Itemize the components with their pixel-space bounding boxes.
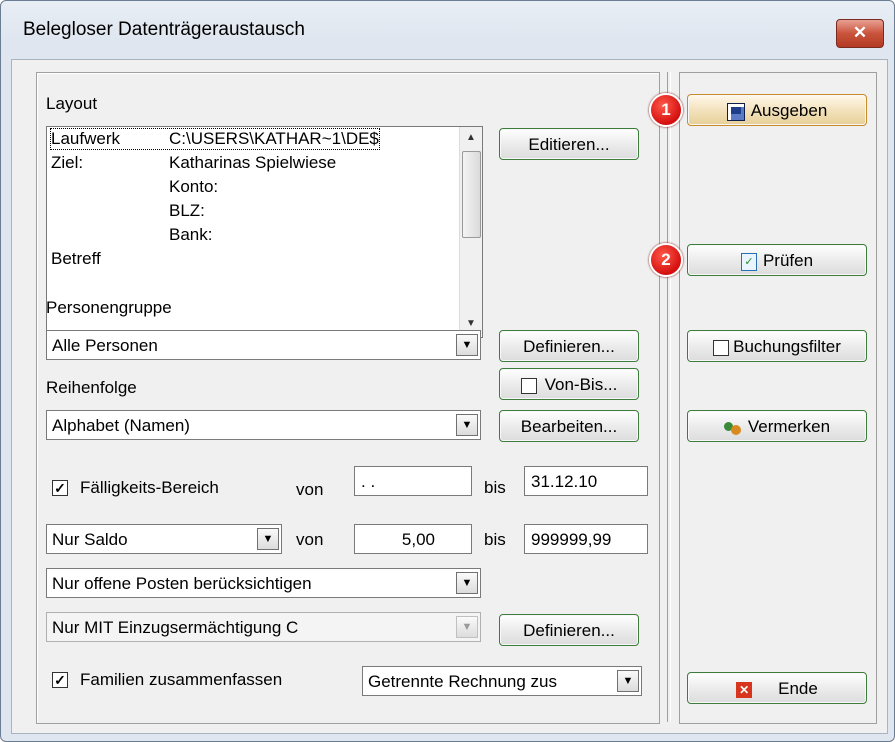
layout-scrollbar[interactable]: ▲ ▼ bbox=[459, 127, 482, 335]
personengruppe-select[interactable]: Alle Personen ▼ bbox=[46, 330, 481, 360]
pruefen-label: Prüfen bbox=[762, 251, 814, 270]
checkbox-icon bbox=[713, 339, 730, 356]
saldo-von-label: von bbox=[296, 530, 324, 549]
list-item-value: Konto: bbox=[169, 177, 219, 196]
familien-value: Getrennte Rechnung zus bbox=[368, 672, 558, 691]
vertical-separator bbox=[667, 72, 671, 722]
chevron-down-icon[interactable]: ▼ bbox=[456, 334, 478, 356]
scroll-up-icon[interactable]: ▲ bbox=[460, 127, 482, 149]
editieren-button[interactable]: Editieren... bbox=[499, 128, 639, 160]
faelligkeit-checkbox[interactable]: ✓ bbox=[52, 480, 68, 496]
list-item[interactable]: Bank: bbox=[51, 225, 212, 245]
faelligkeit-bis-field[interactable]: 31.12.10 bbox=[524, 466, 648, 496]
list-item[interactable]: Konto: bbox=[51, 177, 218, 197]
reihenfolge-value: Alphabet (Namen) bbox=[52, 416, 190, 435]
actions-group bbox=[679, 72, 877, 724]
window-title: Belegloser Datenträgeraustausch bbox=[23, 19, 306, 40]
checklist-icon: ✓ bbox=[740, 252, 757, 271]
dialog-window: Belegloser Datenträgeraustausch ✕ Layout… bbox=[0, 0, 895, 742]
saldo-select[interactable]: Nur Saldo ▼ bbox=[46, 524, 282, 554]
personengruppe-label: Personengruppe bbox=[46, 298, 172, 317]
list-item-key: Betreff bbox=[51, 249, 101, 268]
people-icon bbox=[723, 420, 742, 436]
title-bar[interactable]: Belegloser Datenträgeraustausch ✕ bbox=[1, 1, 894, 61]
familien-label: Familien zusammenfassen bbox=[80, 670, 283, 689]
list-item[interactable]: Laufwerk C:\USERS\KATHAR~1\DE$ bbox=[50, 128, 380, 150]
list-item[interactable]: Betreff bbox=[51, 249, 169, 269]
reihenfolge-label: Reihenfolge bbox=[46, 378, 137, 397]
chevron-down-icon[interactable]: ▼ bbox=[456, 616, 478, 638]
reihenfolge-bearbeiten-button[interactable]: Bearbeiten... bbox=[499, 410, 639, 442]
list-item-key: Laufwerk bbox=[51, 129, 120, 148]
ende-button[interactable]: ✕ Ende bbox=[687, 672, 867, 704]
saldo-bis-label: bis bbox=[484, 530, 506, 549]
reihenfolge-select[interactable]: Alphabet (Namen) ▼ bbox=[46, 410, 481, 440]
chevron-down-icon[interactable]: ▼ bbox=[257, 528, 279, 550]
list-item[interactable]: Ziel: Katharinas Spielwiese bbox=[51, 153, 336, 173]
chevron-down-icon[interactable]: ▼ bbox=[456, 414, 478, 436]
familien-select[interactable]: Getrennte Rechnung zus ▼ bbox=[362, 666, 642, 696]
dialog-client: Layout Laufwerk C:\USERS\KATHAR~1\DE$ Zie… bbox=[11, 59, 888, 734]
von-bis-label: Von-Bis... bbox=[544, 375, 618, 394]
posten-select[interactable]: Nur offene Posten berücksichtigen ▼ bbox=[46, 568, 481, 598]
ausgeben-label: Ausgeben bbox=[750, 101, 828, 120]
faelligkeit-von-field[interactable]: . . bbox=[354, 466, 472, 496]
vermerken-button[interactable]: Vermerken bbox=[687, 410, 867, 442]
list-item-value: Katharinas Spielwiese bbox=[169, 153, 337, 172]
buchungsfilter-button[interactable]: Buchungsfilter bbox=[687, 330, 867, 362]
einzug-definieren-button[interactable]: Definieren... bbox=[499, 614, 639, 646]
einzug-value: Nur MIT Einzugsermächtigung C bbox=[52, 618, 299, 637]
saldo-bis-field[interactable]: 999999,99 bbox=[524, 524, 648, 554]
posten-value: Nur offene Posten berücksichtigen bbox=[52, 574, 312, 593]
list-item-value: Bank: bbox=[169, 225, 213, 244]
layout-label: Layout bbox=[46, 94, 98, 113]
ende-label: Ende bbox=[778, 679, 818, 698]
list-item-value: BLZ: bbox=[169, 201, 205, 220]
list-item-key: Ziel: bbox=[51, 153, 84, 172]
pruefen-button[interactable]: ✓ Prüfen bbox=[687, 244, 867, 276]
callout-badge-2: 2 bbox=[649, 243, 683, 277]
vermerken-label: Vermerken bbox=[747, 417, 831, 436]
familien-checkbox[interactable]: ✓ bbox=[52, 672, 68, 688]
faelligkeit-label: Fälligkeits-Bereich bbox=[80, 478, 219, 497]
checkbox-icon bbox=[520, 377, 537, 394]
faelligkeit-von-label: von bbox=[296, 480, 324, 499]
saldo-von-field[interactable]: 5,00 bbox=[354, 524, 472, 554]
ausgeben-button[interactable]: Ausgeben bbox=[687, 94, 867, 126]
von-bis-button[interactable]: Von-Bis... bbox=[499, 368, 639, 400]
einzug-select[interactable]: Nur MIT Einzugsermächtigung C ▼ bbox=[46, 612, 481, 642]
chevron-down-icon[interactable]: ▼ bbox=[617, 670, 639, 692]
scroll-thumb[interactable] bbox=[462, 151, 481, 238]
floppy-disk-icon bbox=[726, 102, 745, 121]
personengruppe-value: Alle Personen bbox=[52, 336, 158, 355]
callout-badge-1: 1 bbox=[649, 93, 683, 127]
close-button[interactable]: ✕ bbox=[836, 19, 884, 48]
faelligkeit-bis-label: bis bbox=[484, 478, 506, 497]
chevron-down-icon[interactable]: ▼ bbox=[456, 572, 478, 594]
personengruppe-definieren-button[interactable]: Definieren... bbox=[499, 330, 639, 362]
buchungsfilter-label: Buchungsfilter bbox=[733, 337, 841, 356]
close-icon: ✕ bbox=[736, 681, 753, 698]
saldo-value: Nur Saldo bbox=[52, 530, 128, 549]
list-item-value: C:\USERS\KATHAR~1\DE$ bbox=[169, 129, 379, 148]
list-item[interactable]: BLZ: bbox=[51, 201, 205, 221]
